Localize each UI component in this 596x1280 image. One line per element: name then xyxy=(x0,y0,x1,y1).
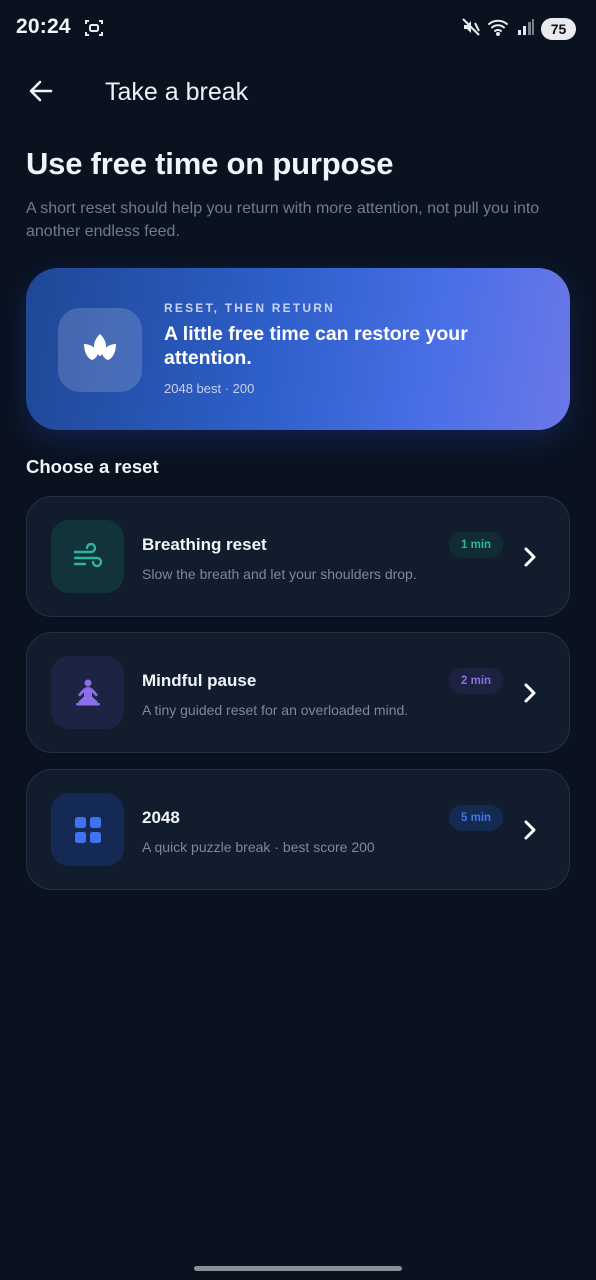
reset-title: Mindful pause xyxy=(142,671,257,690)
status-time: 20:24 xyxy=(16,15,71,38)
mute-icon xyxy=(461,17,481,42)
screen: 20:24 75 Take a break Use free time on p… xyxy=(0,0,596,1280)
chevron-right-icon xyxy=(521,817,539,843)
home-indicator[interactable] xyxy=(194,1266,402,1271)
hero-title: A little free time can restore your atte… xyxy=(164,323,468,369)
reset-description: Slow the breath and let your shoulders d… xyxy=(142,566,417,582)
back-button[interactable] xyxy=(22,74,60,112)
status-bar: 20:24 75 xyxy=(0,0,596,58)
battery-indicator: 75 xyxy=(541,18,576,40)
arrow-left-icon xyxy=(27,77,55,110)
reset-title: 2048 xyxy=(142,808,180,827)
reset-card-mindful[interactable]: Mindful pause A tiny guided reset for an… xyxy=(26,632,570,753)
chevron-right-icon xyxy=(521,680,539,706)
section-title: Choose a reset xyxy=(26,456,159,477)
reset-description: A tiny guided reset for an overloaded mi… xyxy=(142,702,409,718)
duration-badge: 1 min xyxy=(449,532,504,558)
wind-icon xyxy=(51,520,124,593)
hero-eyebrow: RESET, THEN RETURN xyxy=(164,301,335,315)
grid-icon xyxy=(51,793,124,866)
reset-card-2048[interactable]: 2048 A quick puzzle break · best score 2… xyxy=(26,769,570,890)
subtext: A short reset should help you return wit… xyxy=(26,200,540,240)
meditation-icon xyxy=(51,656,124,729)
screenshot-icon xyxy=(84,18,104,38)
reset-description: A quick puzzle break · best score 200 xyxy=(142,839,375,855)
chevron-right-icon xyxy=(521,544,539,570)
status-icons: 75 xyxy=(461,16,576,42)
hero-card: RESET, THEN RETURN A little free time ca… xyxy=(26,268,570,430)
duration-badge: 5 min xyxy=(449,805,504,831)
reset-title: Breathing reset xyxy=(142,535,267,554)
headline: Use free time on purpose xyxy=(26,146,394,181)
wifi-icon xyxy=(487,17,511,42)
signal-icon xyxy=(517,18,535,41)
hero-meta: 2048 best · 200 xyxy=(164,381,255,396)
lotus-icon xyxy=(58,308,142,392)
reset-card-breathing[interactable]: Breathing reset Slow the breath and let … xyxy=(26,496,570,617)
duration-badge: 2 min xyxy=(449,668,504,694)
page-title: Take a break xyxy=(105,78,249,106)
